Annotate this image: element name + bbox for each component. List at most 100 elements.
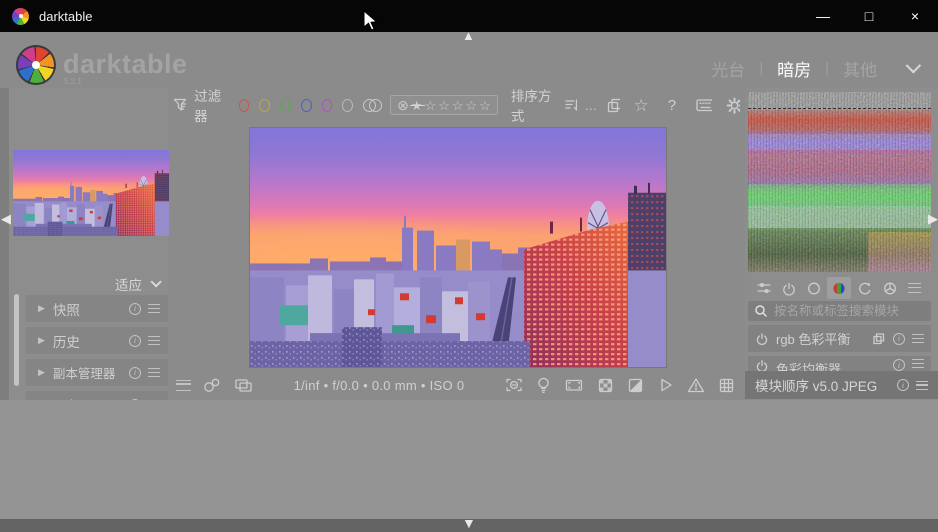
window-title: darktable xyxy=(39,9,92,24)
collapse-left-panel-arrow[interactable]: ◀ xyxy=(1,212,11,225)
filter-toolbar: 过滤器 ⊗ ★ ☆ ☆ ☆ ☆ ☆ 排序方式 … ☆ ? xyxy=(172,92,740,118)
section-label: 历史 xyxy=(53,331,121,351)
presets-menu-icon[interactable] xyxy=(148,304,160,313)
grouping-icon[interactable] xyxy=(605,96,620,114)
base-group-power-icon[interactable] xyxy=(777,277,801,299)
presets-menu-icon[interactable] xyxy=(148,336,160,345)
color-assessment-circles-icon[interactable] xyxy=(202,376,222,394)
reset-icon[interactable]: i xyxy=(129,335,141,347)
presets-menu-icon[interactable] xyxy=(148,368,160,377)
bottom-toolbar: 1/inf • f/0.0 • 0.0 mm • ISO 0 xyxy=(172,372,740,398)
module-search xyxy=(748,301,931,321)
color-label-red-icon[interactable] xyxy=(239,99,250,112)
toolbar-menu-icon[interactable] xyxy=(176,380,191,391)
color-group-icon[interactable] xyxy=(827,277,851,299)
section-duplicate-manager[interactable]: ▶ 副本管理器 i xyxy=(26,359,168,386)
rating-filter: ⊗ ★ ☆ ☆ ☆ ☆ ☆ xyxy=(390,95,498,115)
expander-triangle-icon[interactable]: ▶ xyxy=(38,367,45,378)
shortcuts-keyboard-icon[interactable] xyxy=(695,97,712,113)
maximize-button[interactable]: □ xyxy=(846,0,892,32)
tab-other[interactable]: 其他 xyxy=(843,56,877,81)
section-label: 副本管理器 xyxy=(53,363,121,382)
zoom-mode-dropdown[interactable]: 适应 xyxy=(26,272,168,296)
correct-group-icon[interactable] xyxy=(853,277,877,299)
color-label-yellow-icon[interactable] xyxy=(259,99,270,112)
module-color-equalizer[interactable]: 色彩均衡器 i xyxy=(748,356,931,372)
tab-lighttable[interactable]: 光台 xyxy=(711,56,745,81)
help-button[interactable]: ? xyxy=(664,97,680,114)
minimize-button[interactable]: — xyxy=(800,0,846,32)
gamut-check-icon[interactable] xyxy=(596,376,615,394)
effects-group-icon[interactable] xyxy=(878,277,902,299)
preferences-gear-icon[interactable] xyxy=(725,96,740,115)
exif-info: 1/inf • f/0.0 • 0.0 mm • ISO 0 xyxy=(254,378,504,393)
module-order-bar[interactable]: 模块顺序 v5.0 JPEG i xyxy=(745,371,938,399)
presets-menu-icon[interactable] xyxy=(903,277,927,299)
expander-triangle-icon[interactable]: ▶ xyxy=(38,303,45,314)
color-label-gray-icon[interactable] xyxy=(342,99,353,112)
reset-icon[interactable]: i xyxy=(129,303,141,315)
scope-clip-indicator xyxy=(748,108,931,109)
second-window-icon[interactable] xyxy=(233,376,254,394)
color-label-green-icon[interactable] xyxy=(280,99,291,112)
active-modules-icon[interactable] xyxy=(752,277,776,299)
zoom-mode-value: 适应 xyxy=(115,274,142,294)
presets-menu-icon[interactable] xyxy=(912,334,924,343)
view-separator: | xyxy=(825,60,829,77)
star-icon[interactable]: ☆ xyxy=(452,99,464,112)
guides-grid-icon[interactable] xyxy=(717,376,736,394)
reset-icon[interactable]: i xyxy=(897,379,909,391)
module-color-balance-rgb[interactable]: rgb 色彩平衡 i xyxy=(748,325,931,352)
reset-icon[interactable]: i xyxy=(893,359,905,371)
filmstrip-overlay: 当前集合中无图像 xyxy=(0,400,938,519)
color-label-blue-icon[interactable] xyxy=(301,99,312,112)
expander-triangle-icon[interactable]: ▶ xyxy=(38,335,45,346)
reject-icon[interactable]: ⊗ xyxy=(397,98,409,112)
tab-darkroom[interactable]: 暗房 xyxy=(777,56,811,81)
softproof-icon[interactable] xyxy=(656,376,675,394)
darkroom-image[interactable] xyxy=(250,128,666,367)
presets-menu-icon[interactable] xyxy=(912,359,924,368)
left-panel-scrollbar[interactable] xyxy=(14,294,19,386)
left-panel-edge xyxy=(0,88,9,400)
color-label-all-icon[interactable] xyxy=(363,99,379,112)
warning-icon[interactable] xyxy=(686,376,706,394)
module-label: rgb 色彩平衡 xyxy=(776,329,865,348)
app-name: darktable xyxy=(63,49,188,80)
mouse-cursor xyxy=(363,10,379,32)
star-icon[interactable]: ☆ xyxy=(479,99,491,112)
collapse-top-panel-arrow[interactable]: ▲ xyxy=(462,29,475,42)
sort-order-icon[interactable] xyxy=(563,96,577,114)
star-icon[interactable]: ☆ xyxy=(438,99,450,112)
bottom-strip: ▼ xyxy=(0,519,938,532)
filter-funnel-icon[interactable] xyxy=(172,96,187,115)
favorite-star-icon[interactable]: ☆ xyxy=(633,97,648,114)
full-preview-icon[interactable] xyxy=(563,376,585,394)
reset-icon[interactable]: i xyxy=(129,367,141,379)
section-snapshots[interactable]: ▶ 快照 i xyxy=(26,295,168,322)
waveform-scope[interactable] xyxy=(748,92,931,272)
star-icon[interactable]: ☆ xyxy=(425,99,437,112)
filter-label: 过滤器 xyxy=(194,85,226,125)
section-label: 快照 xyxy=(53,299,121,319)
module-search-input[interactable] xyxy=(774,304,924,318)
iso12646-bulb-icon[interactable] xyxy=(535,376,552,395)
color-label-purple-icon[interactable] xyxy=(322,99,333,112)
reset-icon[interactable]: i xyxy=(893,333,905,345)
tone-group-icon[interactable] xyxy=(802,277,826,299)
collapse-filmstrip-arrow[interactable]: ▼ xyxy=(462,516,476,530)
duplicate-instance-icon[interactable] xyxy=(872,332,886,345)
search-icon xyxy=(754,304,768,318)
overexposure-icon[interactable] xyxy=(626,376,645,394)
expand-right-panel-arrow[interactable]: ▶ xyxy=(928,212,938,225)
section-history[interactable]: ▶ 历史 i xyxy=(26,327,168,354)
navigation-thumbnail[interactable] xyxy=(13,150,169,236)
star-icon[interactable]: ☆ xyxy=(466,99,478,112)
module-power-icon[interactable] xyxy=(755,332,769,346)
close-button[interactable]: × xyxy=(892,0,938,32)
star-threshold-icon[interactable]: ★ xyxy=(411,99,423,112)
app-version: 5.2.1 xyxy=(64,77,82,86)
view-separator: | xyxy=(759,60,763,77)
focus-peaking-icon[interactable] xyxy=(504,376,524,394)
presets-menu-icon[interactable] xyxy=(916,381,928,390)
